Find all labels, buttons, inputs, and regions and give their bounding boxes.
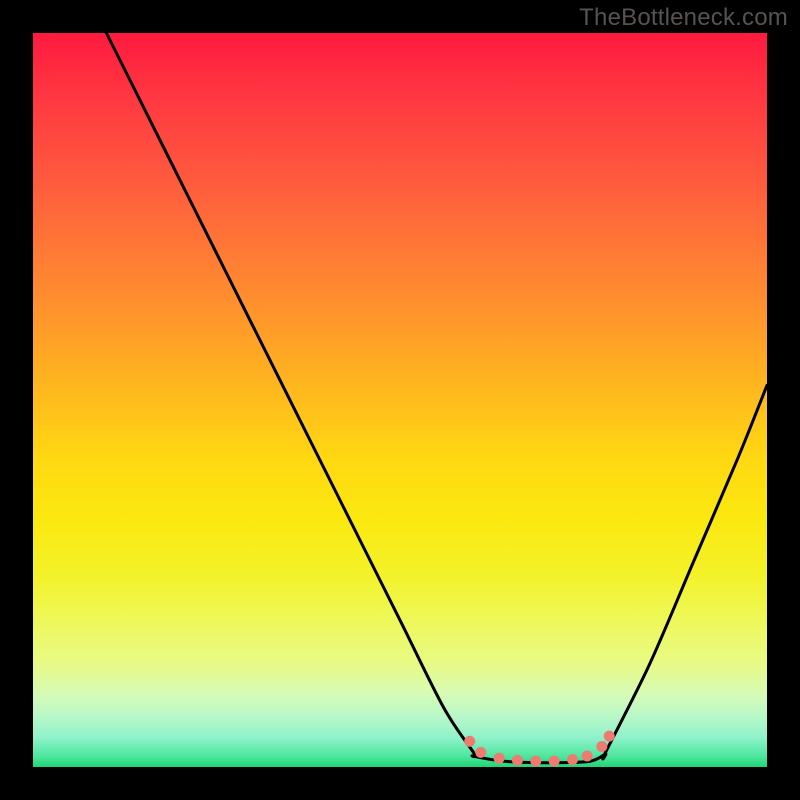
highlight-dot bbox=[530, 756, 541, 767]
highlight-dot bbox=[512, 755, 523, 766]
highlight-dot bbox=[494, 753, 505, 764]
highlight-dot bbox=[604, 731, 615, 742]
watermark-text: TheBottleneck.com bbox=[579, 4, 788, 32]
highlight-dot bbox=[567, 754, 578, 765]
highlight-dot bbox=[549, 756, 560, 767]
highlight-dot bbox=[464, 736, 475, 747]
plot-area bbox=[33, 33, 767, 767]
bottleneck-curve bbox=[106, 33, 767, 763]
highlight-dot bbox=[475, 747, 486, 758]
highlight-dot bbox=[582, 750, 593, 761]
chart-frame: TheBottleneck.com bbox=[0, 0, 800, 800]
highlight-dot bbox=[596, 741, 607, 752]
curve-layer bbox=[33, 33, 767, 767]
